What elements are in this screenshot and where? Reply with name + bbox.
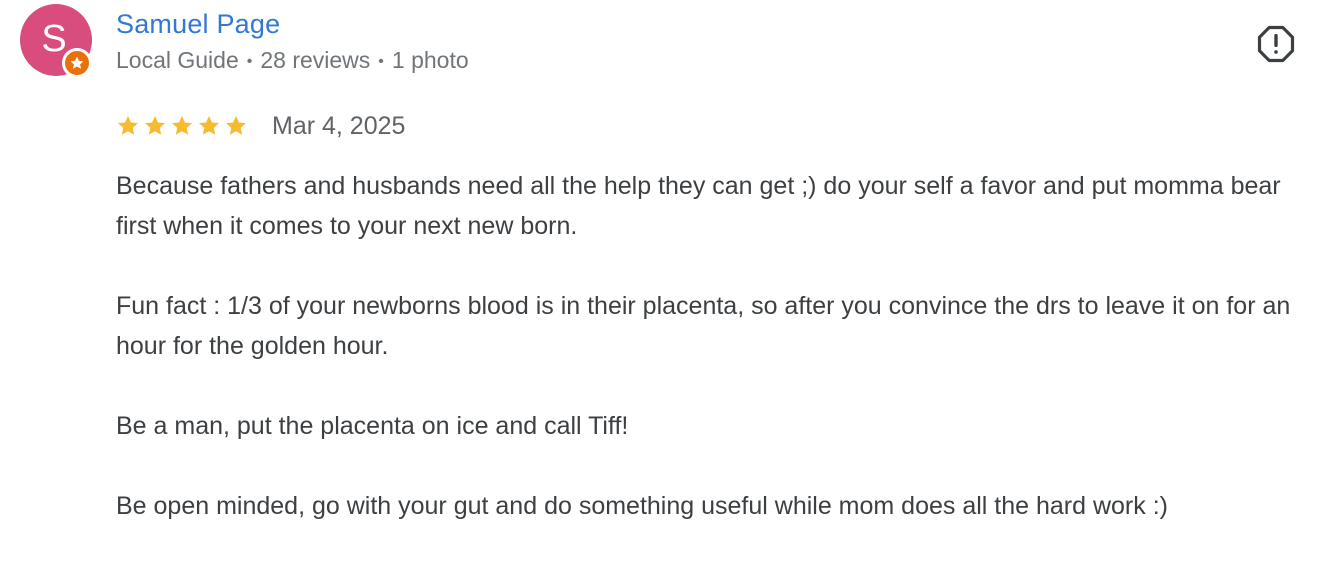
report-flag-icon — [1257, 25, 1295, 63]
local-guide-label: Local Guide — [116, 47, 239, 73]
review-paragraph: Fun fact : 1/3 of your newborns blood is… — [116, 292, 1291, 360]
author-name-link[interactable]: Samuel Page — [116, 7, 280, 41]
star-icon — [226, 116, 246, 135]
review-paragraph: Be open minded, go with your gut and do … — [116, 492, 1168, 520]
photo-count: 1 photo — [391, 47, 469, 73]
report-button[interactable] — [1254, 22, 1298, 66]
rating-row: Mar 4, 2025 — [116, 108, 405, 144]
review-paragraph: Be a man, put the placenta on ice and ca… — [116, 412, 629, 440]
star-icon — [118, 116, 138, 135]
star-badge-icon — [70, 56, 84, 69]
meta-separator: • — [378, 53, 384, 70]
star-icon — [199, 116, 219, 135]
review-text: Because fathers and husbands need all th… — [116, 166, 1326, 526]
star-rating — [116, 114, 248, 138]
star-icon — [172, 116, 192, 135]
meta-separator: • — [246, 53, 253, 70]
review-paragraph: Because fathers and husbands need all th… — [116, 172, 1281, 240]
review-count: 28 reviews — [260, 47, 371, 73]
author-meta: Local Guide • 28 reviews • 1 photo — [116, 45, 469, 79]
local-guide-badge-icon — [62, 48, 92, 78]
review-card: S Samuel Page Local Guide • 28 reviews • 1 p… — [0, 0, 1344, 576]
review-date: Mar 4, 2025 — [272, 112, 406, 140]
star-icon — [145, 116, 165, 135]
avatar-initial: S — [41, 18, 67, 60]
